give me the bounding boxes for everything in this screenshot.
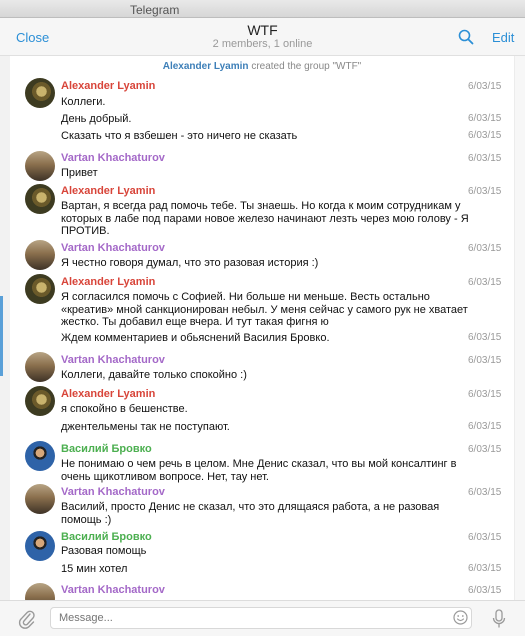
chat-title: WTF xyxy=(247,22,278,38)
message-text: День добрый. xyxy=(61,113,132,125)
avatar[interactable] xyxy=(25,484,55,514)
message-text: Коллеги, давайте только спокойно :) xyxy=(61,369,247,381)
message-time: 6/03/15 xyxy=(468,444,502,455)
message-text: джентельмены так не поступают. xyxy=(61,421,230,433)
message-time: 6/03/15 xyxy=(468,153,502,164)
message-author[interactable]: Vartan Khachaturov xyxy=(61,152,165,164)
message-author[interactable]: Vartan Khachaturov xyxy=(61,242,165,254)
message-text: я спокойно в бешенстве. xyxy=(61,403,188,415)
avatar[interactable] xyxy=(25,240,55,270)
composer-bar xyxy=(0,600,525,636)
message-text: Я согласился помочь с Софией. Ни больше … xyxy=(61,291,468,328)
message-time: 6/03/15 xyxy=(468,355,502,366)
message-author[interactable]: Василий Бровко xyxy=(61,443,152,455)
avatar[interactable] xyxy=(25,274,55,304)
message-text: Разовая помощь xyxy=(61,545,147,557)
message-text: 15 мин хотел xyxy=(61,563,128,575)
message-time: 6/03/15 xyxy=(468,487,502,498)
message-time: 6/03/15 xyxy=(468,277,502,288)
message-list[interactable]: Alexander Lyamin created the group "WTF"… xyxy=(10,56,514,600)
avatar[interactable] xyxy=(25,531,55,561)
message-time: 6/03/15 xyxy=(468,243,502,254)
service-text: created the group "WTF" xyxy=(251,61,362,72)
edit-button[interactable]: Edit xyxy=(492,30,514,45)
search-icon[interactable] xyxy=(458,29,474,45)
message-time: 6/03/15 xyxy=(468,532,502,543)
window-title: Telegram xyxy=(130,3,180,17)
message-text: Василий, просто Денис не сказал, что это… xyxy=(61,501,440,526)
service-message: Alexander Lyamin created the group "WTF" xyxy=(10,61,514,72)
avatar[interactable] xyxy=(25,184,55,214)
message-text: Я честно говоря думал, что это разовая и… xyxy=(61,257,319,269)
avatar[interactable] xyxy=(25,583,55,600)
message-author[interactable]: Alexander Lyamin xyxy=(61,185,155,197)
chat-subtitle: 2 members, 1 online xyxy=(212,38,313,50)
message-time: 6/03/15 xyxy=(468,389,502,400)
message-input-box[interactable] xyxy=(50,607,472,629)
message-time: 6/03/15 xyxy=(468,421,502,432)
message-author[interactable]: Alexander Lyamin xyxy=(61,276,155,288)
avatar[interactable] xyxy=(25,78,55,108)
message-time: 6/03/15 xyxy=(468,113,502,124)
message-time: 6/03/15 xyxy=(468,563,502,574)
message-author[interactable]: Alexander Lyamin xyxy=(61,80,155,92)
message-author[interactable]: Василий Бровко xyxy=(61,531,152,543)
avatar[interactable] xyxy=(25,441,55,471)
message-text: Сказать что я взбешен - это ничего не ск… xyxy=(61,130,298,142)
message-text: Привет xyxy=(61,167,98,179)
scrollbar-track[interactable] xyxy=(514,56,525,600)
smiley-icon[interactable] xyxy=(453,610,468,625)
window-titlebar: Telegram xyxy=(0,0,525,18)
message-author[interactable]: Vartan Khachaturov xyxy=(61,354,165,366)
message-time: 6/03/15 xyxy=(468,130,502,141)
avatar[interactable] xyxy=(25,352,55,382)
chat-header: Close WTF 2 members, 1 online Edit xyxy=(0,18,525,56)
avatar[interactable] xyxy=(25,151,55,181)
message-text: Вартан, я всегда рад помочь тебе. Ты зна… xyxy=(61,200,469,237)
message-time: 6/03/15 xyxy=(468,186,502,197)
message-author[interactable]: Vartan Khachaturov xyxy=(61,486,165,498)
message-author[interactable]: Vartan Khachaturov xyxy=(61,584,165,596)
microphone-icon[interactable] xyxy=(492,609,506,629)
avatar[interactable] xyxy=(25,386,55,416)
paperclip-icon[interactable] xyxy=(18,609,36,629)
service-actor: Alexander Lyamin xyxy=(162,61,249,72)
message-text: Коллеги. xyxy=(61,96,106,108)
message-time: 6/03/15 xyxy=(468,81,502,92)
message-text: Ждем комментариев и обьяснений Василия Б… xyxy=(61,332,330,344)
selection-accent xyxy=(0,296,3,376)
message-time: 6/03/15 xyxy=(468,585,502,596)
left-panel-edge xyxy=(0,56,10,600)
message-time: 6/03/15 xyxy=(468,332,502,343)
message-input[interactable] xyxy=(51,608,447,628)
message-author[interactable]: Alexander Lyamin xyxy=(61,388,155,400)
message-text: Не понимаю о чем речь в целом. Мне Денис… xyxy=(61,458,457,483)
